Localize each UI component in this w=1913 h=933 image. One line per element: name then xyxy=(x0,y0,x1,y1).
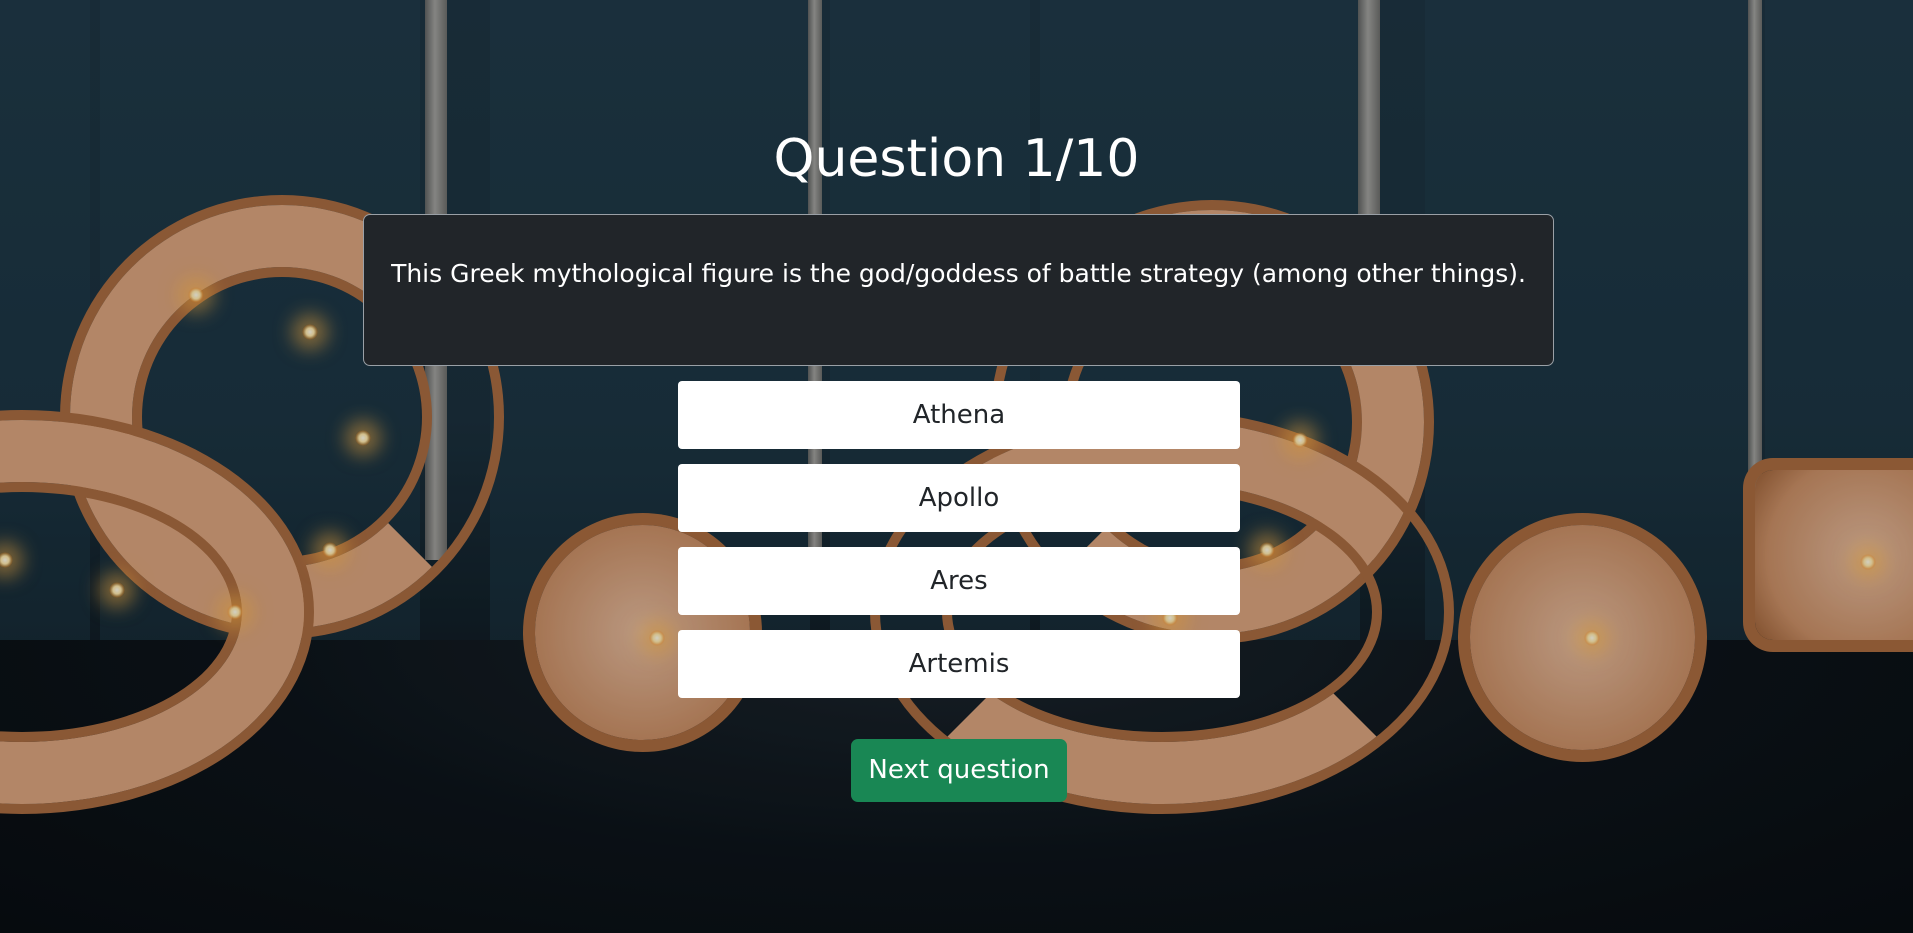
answer-list: Athena Apollo Ares Artemis xyxy=(678,381,1240,713)
answer-button-apollo[interactable]: Apollo xyxy=(678,464,1240,532)
question-card: This Greek mythological figure is the go… xyxy=(363,214,1554,366)
next-question-button[interactable]: Next question xyxy=(851,739,1067,802)
answer-button-artemis[interactable]: Artemis xyxy=(678,630,1240,698)
question-text: This Greek mythological figure is the go… xyxy=(391,259,1526,288)
question-counter-heading: Question 1/10 xyxy=(773,129,1140,189)
quiz-page: Question 1/10 This Greek mythological fi… xyxy=(0,0,1913,933)
answer-button-ares[interactable]: Ares xyxy=(678,547,1240,615)
answer-button-athena[interactable]: Athena xyxy=(678,381,1240,449)
quiz-container: Question 1/10 This Greek mythological fi… xyxy=(0,0,1913,933)
